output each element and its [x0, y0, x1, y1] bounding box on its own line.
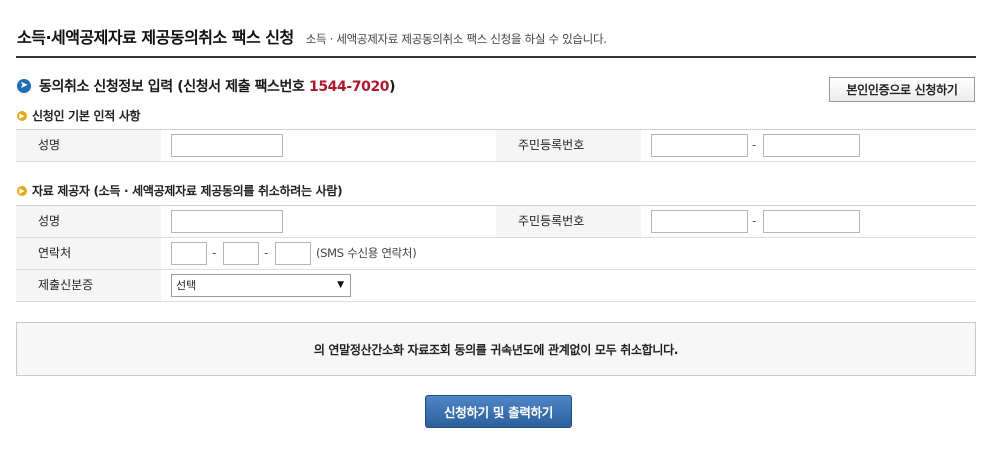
notice-text: 의 연말정산간소화 자료조회 동의를 귀속년도에 관계없이 모두 취소합니다.	[313, 342, 679, 357]
applicant-rrn-front-input[interactable]	[651, 134, 748, 157]
provider-name-input[interactable]	[171, 210, 283, 233]
notice-box: 의 연말정산간소화 자료조회 동의를 귀속년도에 관계없이 모두 취소합니다.	[16, 322, 976, 376]
id-card-select-value: 선택	[176, 279, 197, 292]
provider-contact-label: 연락처	[16, 238, 161, 269]
applicant-rrn-label: 주민등록번호	[496, 130, 641, 161]
section-title: ➤ 동의취소 신청정보 입력 (신청서 제출 팩스번호 1544-7020)	[17, 76, 396, 96]
rrn-dash: -	[752, 214, 757, 228]
section-title-suffix: )	[389, 79, 396, 95]
provider-name-row: 성명 주민등록번호 -	[16, 206, 976, 238]
page-header: 소득·세액공제자료 제공동의취소 팩스 신청 소득 · 세액공제자료 제공동의취…	[17, 24, 607, 48]
provider-id-row: 제출신분증 선택 ▼	[16, 270, 976, 302]
fax-number: 1544-7020	[308, 79, 390, 95]
provider-rrn-back-input[interactable]	[763, 210, 860, 233]
header-divider	[16, 56, 976, 58]
provider-title: ▶ 자료 제공자 (소득 · 세액공제자료 제공동의를 취소하려는 사람)	[17, 182, 343, 199]
rrn-dash: -	[752, 138, 757, 152]
applicant-name-label: 성명	[16, 130, 161, 161]
provider-rrn-front-input[interactable]	[651, 210, 748, 233]
phone-part1-input[interactable]	[171, 242, 207, 265]
applicant-rrn-back-input[interactable]	[763, 134, 860, 157]
provider-rrn-label: 주민등록번호	[496, 206, 641, 237]
phone-part3-input[interactable]	[275, 242, 311, 265]
submit-print-button[interactable]: 신청하기 및 출력하기	[425, 395, 572, 428]
arrow-right-icon: ➤	[17, 79, 31, 93]
applicant-row: 성명 주민등록번호 -	[16, 130, 976, 162]
provider-name-label: 성명	[16, 206, 161, 237]
provider-id-label: 제출신분증	[16, 270, 161, 301]
section-title-text: 동의취소 신청정보 입력 (신청서 제출 팩스번호	[39, 79, 305, 95]
dropdown-arrow-icon: ▼	[337, 280, 344, 290]
self-auth-button[interactable]: 본인인증으로 신청하기	[829, 77, 975, 102]
phone-dash: -	[212, 246, 217, 260]
applicant-title: ▶ 신청인 기본 인적 사항	[17, 107, 141, 124]
contact-note: (SMS 수신용 연락처)	[316, 246, 417, 260]
page-description: 소득 · 세액공제자료 제공동의취소 팩스 신청을 하실 수 있습니다.	[305, 32, 607, 46]
page-title: 소득·세액공제자료 제공동의취소 팩스 신청	[17, 28, 294, 47]
applicant-table: 성명 주민등록번호 -	[16, 129, 976, 162]
bullet-icon: ▶	[17, 110, 27, 121]
phone-dash: -	[264, 246, 269, 260]
provider-contact-row: 연락처 - - (SMS 수신용 연락처)	[16, 238, 976, 270]
id-card-select[interactable]: 선택 ▼	[171, 274, 351, 297]
applicant-name-input[interactable]	[171, 134, 283, 157]
phone-part2-input[interactable]	[223, 242, 259, 265]
provider-table: 성명 주민등록번호 - 연락처 - - (SMS 수신용 연락처) 제출신분증 …	[16, 205, 976, 302]
bullet-icon: ▶	[17, 185, 27, 196]
